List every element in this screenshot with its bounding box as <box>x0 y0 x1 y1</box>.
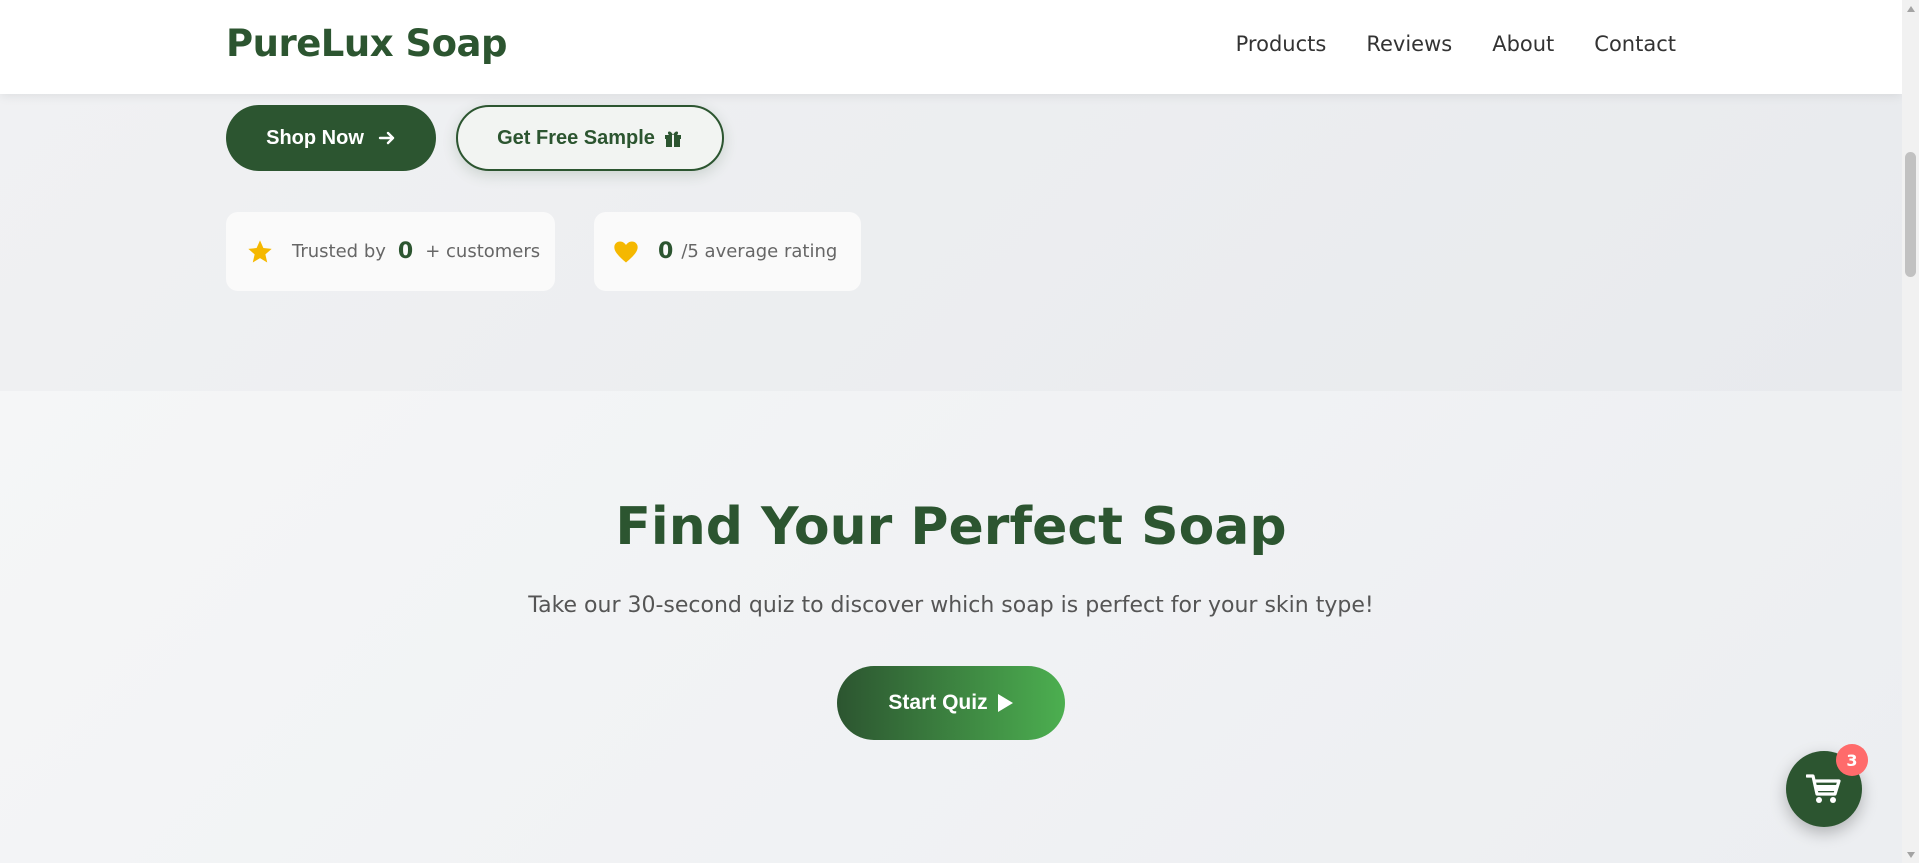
gift-icon <box>664 131 681 147</box>
vertical-scrollbar[interactable] <box>1902 0 1919 863</box>
rating-suffix: /5 average rating <box>681 241 838 262</box>
quiz-title: Find Your Perfect Soap <box>615 497 1287 557</box>
star-icon <box>248 239 272 262</box>
nav-link-reviews[interactable]: Reviews <box>1366 32 1452 56</box>
start-quiz-label: Start Quiz <box>888 691 988 714</box>
scroll-up-arrow-icon[interactable] <box>1902 0 1919 17</box>
page: PureLux Soap Products Reviews About Cont… <box>0 0 1902 863</box>
nav-link-products[interactable]: Products <box>1236 32 1327 56</box>
nav-link-about[interactable]: About <box>1492 32 1554 56</box>
cart-icon <box>1806 774 1841 803</box>
customers-suffix: + customers <box>425 241 541 262</box>
customers-stat-card: Trusted by 0 + customers <box>226 212 555 291</box>
cart-count-badge: 3 <box>1836 744 1868 776</box>
site-logo[interactable]: PureLux Soap <box>226 22 508 65</box>
start-quiz-button[interactable]: Start Quiz <box>837 666 1065 740</box>
shop-now-button[interactable]: Shop Now <box>226 105 436 171</box>
play-icon <box>997 694 1013 712</box>
quiz-subtitle: Take our 30-second quiz to discover whic… <box>528 593 1374 618</box>
hero-section: Shop Now Get Free Sample Trusted by 0 + … <box>0 94 1902 391</box>
nav-link-contact[interactable]: Contact <box>1594 32 1676 56</box>
customers-count: 0 <box>397 239 414 264</box>
quiz-section: Find Your Perfect Soap Take our 30-secon… <box>0 391 1902 863</box>
heart-icon <box>614 241 638 262</box>
arrow-right-icon <box>378 131 395 145</box>
free-sample-button[interactable]: Get Free Sample <box>456 105 724 171</box>
scrollbar-thumb[interactable] <box>1905 152 1916 277</box>
rating-stat-card: 0 /5 average rating <box>594 212 861 291</box>
site-header: PureLux Soap Products Reviews About Cont… <box>0 0 1902 94</box>
customers-prefix: Trusted by <box>292 241 386 262</box>
free-sample-label: Get Free Sample <box>497 126 655 149</box>
scroll-down-arrow-icon[interactable] <box>1902 846 1919 863</box>
shop-now-label: Shop Now <box>266 126 364 149</box>
main-nav: Products Reviews About Contact <box>1236 32 1676 56</box>
rating-value: 0 <box>658 239 674 264</box>
